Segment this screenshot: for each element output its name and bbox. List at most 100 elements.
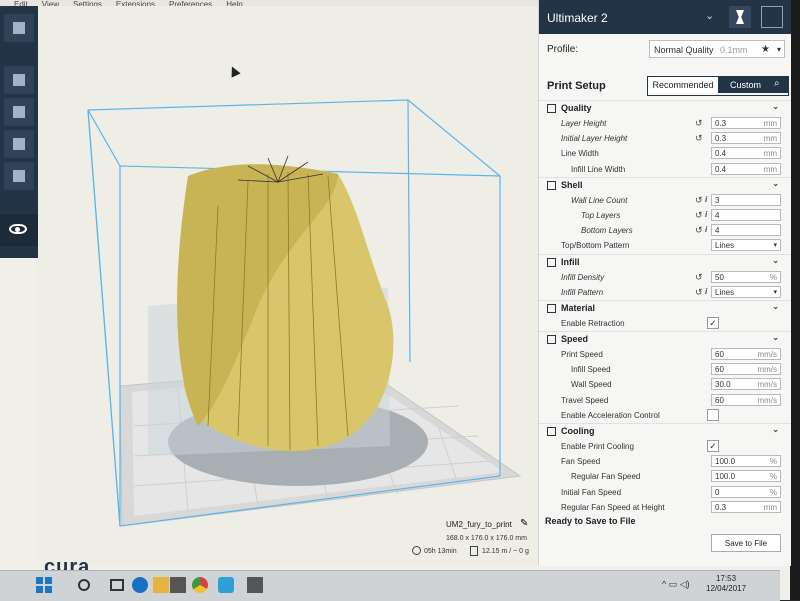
chevron-down-icon[interactable]: ⌄ xyxy=(772,425,779,434)
setting-input[interactable]: 60 mm/s xyxy=(711,393,781,406)
monitor-icon[interactable] xyxy=(761,6,783,28)
setting-select[interactable]: Lines ▾ xyxy=(711,239,781,252)
category-label: Infill xyxy=(561,256,580,267)
setting-input[interactable]: 4 xyxy=(711,208,781,221)
chevron-down-icon[interactable]: ⌄ xyxy=(772,333,779,342)
setting-input[interactable]: 4 xyxy=(711,224,781,237)
mirror-icon xyxy=(13,170,25,182)
setting-input[interactable]: 0.4 mm xyxy=(711,162,781,175)
view-mode-button[interactable] xyxy=(0,214,38,246)
setting-row: Regular Fan Speed at Height 0.3 mm xyxy=(539,500,791,515)
setting-input[interactable]: 3 xyxy=(711,193,781,206)
setting-row: Fan Speed 100.0% xyxy=(539,454,791,469)
printer-name[interactable]: Ultimaker 2 xyxy=(547,11,608,25)
scale-icon xyxy=(13,106,25,118)
cura-app-icon[interactable] xyxy=(218,577,234,593)
setting-row: Print Speed 60 mm/s xyxy=(539,347,791,362)
search-icon[interactable] xyxy=(76,577,92,593)
category-cooling[interactable]: Cooling ⌄ xyxy=(539,423,791,439)
save-to-file-button[interactable]: Save to File xyxy=(711,534,781,552)
chevron-down-icon[interactable]: ⌄ xyxy=(772,179,779,188)
setting-input[interactable]: 50% xyxy=(711,270,781,283)
info-icon[interactable]: i xyxy=(705,195,707,204)
chrome-icon[interactable] xyxy=(192,577,208,593)
setting-checkbox[interactable] xyxy=(707,408,719,421)
printer-dropdown-chevron-icon[interactable]: ⌄ xyxy=(705,9,714,22)
rotate-tool-button[interactable] xyxy=(4,130,34,158)
setting-row: Wall Speed 30.0 mm/s xyxy=(539,377,791,392)
setting-label: Print Speed xyxy=(561,350,603,360)
info-icon[interactable]: i xyxy=(705,287,707,296)
chevron-down-icon: ▾ xyxy=(776,45,781,54)
quality-icon xyxy=(547,104,556,113)
profile-select[interactable]: Normal Quality 0.1mm ★ ▾ xyxy=(649,40,785,58)
reset-icon[interactable]: ↺ xyxy=(695,287,703,298)
taskbar-clock[interactable]: 17:53 12/04/2017 xyxy=(706,574,746,594)
prepare-icon[interactable] xyxy=(729,6,751,28)
chevron-down-icon[interactable]: ⌄ xyxy=(772,256,779,265)
setting-row: Infill Pattern ↺ i Lines ▾ xyxy=(539,285,791,300)
setting-checkbox[interactable]: ✓ xyxy=(707,316,719,329)
material-icon xyxy=(547,303,556,313)
setting-row: Infill Line Width 0.4 mm xyxy=(539,162,791,177)
mirror-tool-button[interactable] xyxy=(4,162,34,190)
chevron-down-icon[interactable]: ⌄ xyxy=(772,302,779,311)
setting-input[interactable]: 0.4 mm xyxy=(711,147,781,160)
app-icon[interactable] xyxy=(247,577,263,593)
tab-recommended[interactable]: Recommended xyxy=(648,77,718,93)
setting-input[interactable]: 60 mm/s xyxy=(711,348,781,361)
eye-icon xyxy=(9,224,27,234)
setting-input[interactable]: 0.3 mm xyxy=(711,132,781,145)
model-dimensions: 168.0 x 176.0 x 176.0 mm xyxy=(446,535,527,542)
category-label: Quality xyxy=(561,103,592,113)
info-icon[interactable]: i xyxy=(705,210,707,219)
reset-icon[interactable]: ↺ xyxy=(695,118,703,129)
setting-row: Enable Acceleration Control xyxy=(539,408,791,423)
task-view-icon[interactable] xyxy=(110,579,124,591)
edit-pencil-icon[interactable]: ✎ xyxy=(520,518,528,529)
setting-input[interactable]: 0% xyxy=(711,485,781,498)
category-quality[interactable]: Quality ⌄ xyxy=(539,100,791,116)
windows-start-icon[interactable] xyxy=(36,577,52,593)
setting-input[interactable]: 0.3 mm xyxy=(711,500,781,513)
setting-row: Initial Fan Speed 0% xyxy=(539,485,791,500)
left-toolbar xyxy=(0,6,38,258)
setting-select[interactable]: Lines ▾ xyxy=(711,285,781,298)
category-material[interactable]: Material ⌄ xyxy=(539,299,791,316)
category-infill[interactable]: Infill ⌄ xyxy=(539,253,791,270)
speed-icon xyxy=(547,335,556,345)
setting-checkbox[interactable]: ✓ xyxy=(707,440,719,452)
category-speed[interactable]: Speed ⌄ xyxy=(539,331,791,347)
star-icon[interactable]: ★ xyxy=(761,41,770,59)
category-label: Material xyxy=(561,302,596,313)
settings-panel: Ultimaker 2 ⌄ Profile: Normal Quality 0.… xyxy=(538,0,791,566)
setting-label: Infill Pattern xyxy=(561,287,604,297)
file-explorer-icon[interactable] xyxy=(153,577,169,593)
setting-label: Layer Height xyxy=(561,119,607,128)
setting-input[interactable]: 60 mm/s xyxy=(711,363,781,376)
reset-icon[interactable]: ↺ xyxy=(695,195,703,206)
reset-icon[interactable]: ↺ xyxy=(695,210,703,221)
system-tray[interactable]: ^ ▭ ◁) xyxy=(662,579,690,590)
category-shell[interactable]: Shell ⌄ xyxy=(539,176,791,193)
search-icon[interactable]: ⌕ xyxy=(774,78,784,89)
setting-input[interactable]: 100.0% xyxy=(711,455,781,468)
profile-value-sub: 0.1mm xyxy=(720,45,748,55)
translate-tool-button[interactable] xyxy=(4,66,34,94)
open-file-button[interactable] xyxy=(4,14,34,42)
reset-icon[interactable]: ↺ xyxy=(695,272,703,283)
reset-icon[interactable]: ↺ xyxy=(695,225,703,236)
edge-browser-icon[interactable] xyxy=(132,577,148,593)
setting-input[interactable]: 100.0% xyxy=(711,470,781,483)
reset-icon[interactable]: ↺ xyxy=(695,133,703,144)
3d-viewport[interactable] xyxy=(38,6,538,566)
info-icon[interactable]: i xyxy=(705,225,707,234)
setting-row: Infill Speed 60 mm/s xyxy=(539,362,791,377)
setting-label: Line Width xyxy=(561,149,599,159)
chevron-down-icon[interactable]: ⌄ xyxy=(772,102,779,111)
setting-input[interactable]: 0.3 mm xyxy=(711,117,781,129)
category-label: Cooling xyxy=(561,426,595,436)
store-icon[interactable] xyxy=(170,577,186,593)
scale-tool-button[interactable] xyxy=(4,98,34,126)
setting-input[interactable]: 30.0 mm/s xyxy=(711,378,781,391)
